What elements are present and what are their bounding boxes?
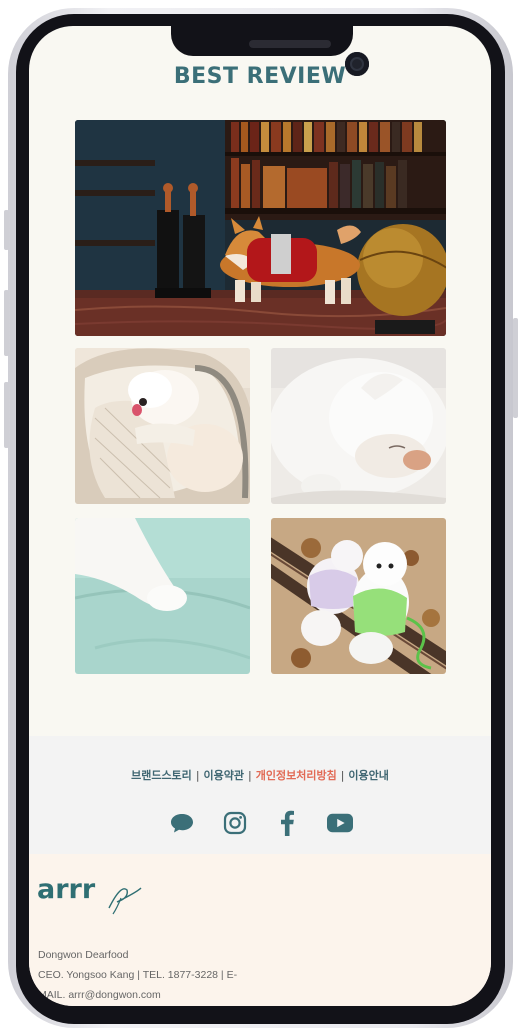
photo-sleeping-dog[interactable] [271, 348, 446, 504]
company-name: Dongwon Dearfood [38, 949, 129, 961]
power-button [513, 318, 518, 418]
chat-icon[interactable] [169, 810, 195, 836]
link-brand-story[interactable]: 브랜드스토리 [131, 767, 192, 783]
photo-dogs-on-bench[interactable] [271, 518, 446, 674]
front-camera [345, 52, 369, 76]
company-ceo-tel: CEO. Yongsoo Kang | TEL. 1877-3228 | E- [38, 969, 238, 981]
social-links [169, 810, 353, 836]
volume-down-button [4, 382, 9, 448]
mute-switch [4, 210, 9, 250]
photo-dog-paw-cushion[interactable] [75, 518, 250, 674]
page-title: BEST REVIEW [173, 64, 347, 89]
link-separator: | [248, 769, 252, 782]
facebook-icon[interactable] [274, 810, 300, 836]
link-privacy-policy[interactable]: 개인정보처리방침 [256, 767, 337, 783]
link-separator: | [340, 769, 345, 782]
footer: 브랜드스토리 | 이용약관 | 개인정보처리방침 | 이용안내 [29, 736, 491, 854]
logo-text: arrr [37, 874, 96, 905]
brand-logo[interactable]: arrr [37, 868, 147, 922]
photo-dog-library[interactable] [75, 120, 446, 336]
link-usage-guide[interactable]: 이용안내 [348, 767, 388, 783]
company-email: MAIL. arrr@dongwon.com [38, 989, 161, 1001]
link-terms[interactable]: 이용약관 [204, 767, 244, 783]
instagram-icon[interactable] [222, 810, 248, 836]
phone-screen: BEST REVIEW 브랜드스토리 | 이용약관 | 개인정보처리방침 | 이… [29, 26, 491, 1006]
footer-links: 브랜드스토리 | 이용약관 | 개인정보처리방침 | 이용안내 [29, 767, 491, 783]
volume-up-button [4, 290, 9, 356]
speaker [249, 40, 331, 48]
youtube-icon[interactable] [326, 810, 353, 836]
company-info: Dongwon Dearfood CEO. Yongsoo Kang | TEL… [38, 945, 268, 1005]
photo-dog-in-bag[interactable] [75, 348, 250, 504]
brand-area: arrr Dongwon Dearfood CEO. Yongsoo Kang … [29, 854, 491, 1006]
link-separator: | [195, 769, 200, 782]
